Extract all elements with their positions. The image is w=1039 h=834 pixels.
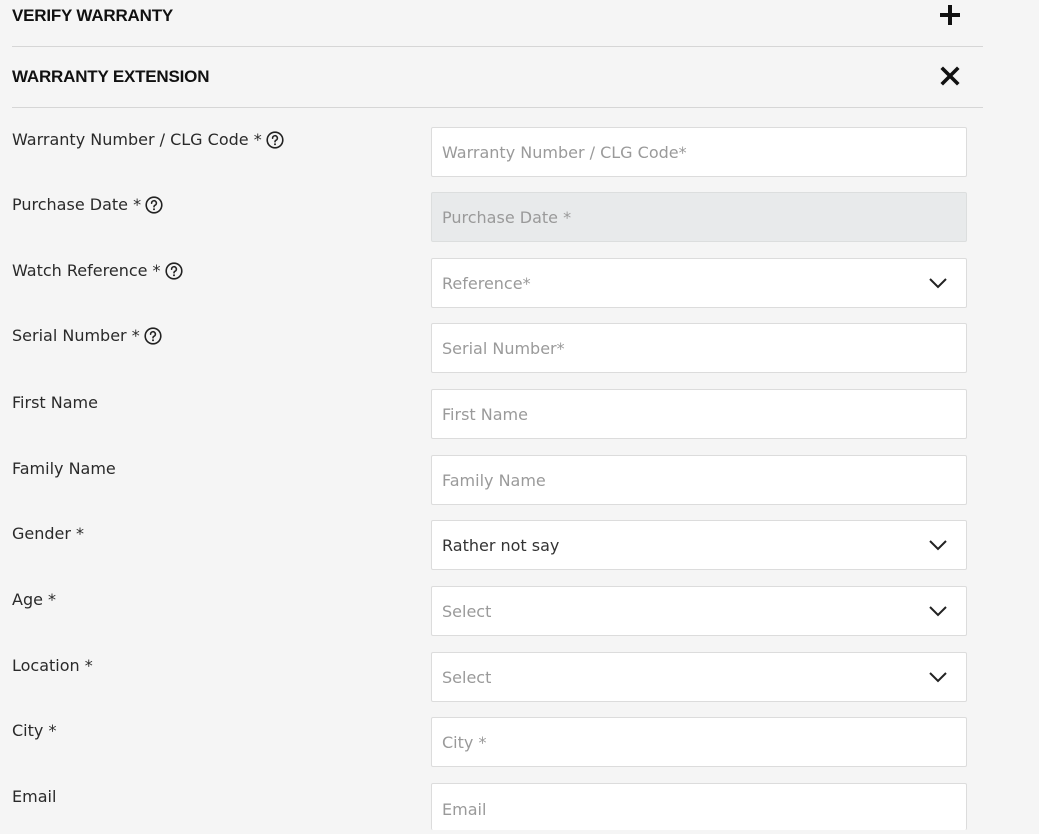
form-row-city: City * [0, 717, 1039, 767]
watch-reference-label-text: Watch Reference * [12, 261, 161, 280]
plus-icon[interactable] [939, 4, 961, 26]
first-name-input[interactable] [432, 390, 966, 438]
purchase-date-label: Purchase Date * [12, 195, 163, 214]
form-row-family-name: Family Name [0, 455, 1039, 505]
warranty-number-input[interactable] [432, 128, 966, 176]
age-select[interactable]: Select [431, 586, 967, 636]
chevron-down-icon [928, 538, 948, 552]
accordion-verify-warranty[interactable]: VERIFY WARRANTY [12, 0, 983, 47]
help-icon[interactable] [145, 195, 163, 214]
email-label-text: Email [12, 787, 57, 806]
city-field[interactable] [431, 717, 967, 767]
first-name-field[interactable] [431, 389, 967, 439]
email-label: Email [12, 787, 56, 806]
purchase-date-input[interactable] [432, 193, 966, 241]
age-label-text: Age * [12, 590, 57, 609]
form-row-gender: Gender * Rather not say [0, 520, 1039, 570]
gender-value: Rather not say [442, 536, 560, 555]
city-label-text: City * [12, 721, 57, 740]
gender-select[interactable]: Rather not say [431, 520, 967, 570]
city-label: City * [12, 721, 56, 740]
gender-label-text: Gender * [12, 524, 85, 543]
form-row-watch-reference: Watch Reference * Reference* [0, 258, 1039, 308]
serial-number-label: Serial Number * [12, 326, 162, 345]
help-icon[interactable] [144, 326, 162, 345]
family-name-label-text: Family Name [12, 459, 116, 478]
purchase-date-label-text: Purchase Date * [12, 195, 142, 214]
form-row-location: Location * Select [0, 652, 1039, 702]
accordion-title-verify-warranty: VERIFY WARRANTY [12, 6, 174, 25]
chevron-down-icon [928, 276, 948, 290]
family-name-label: Family Name [12, 459, 116, 478]
location-label-text: Location * [12, 656, 93, 675]
watch-reference-select[interactable]: Reference* [431, 258, 967, 308]
serial-number-input[interactable] [432, 324, 966, 372]
warranty-number-label-text: Warranty Number / CLG Code * [12, 130, 262, 149]
warranty-number-field[interactable] [431, 127, 967, 177]
chevron-down-icon [928, 670, 948, 684]
form-row-first-name: First Name [0, 389, 1039, 439]
accordion-title-warranty-extension: WARRANTY EXTENSION [12, 67, 210, 86]
form-row-purchase-date: Purchase Date * [0, 192, 1039, 242]
location-label: Location * [12, 656, 93, 675]
help-icon[interactable] [266, 130, 284, 149]
city-input[interactable] [432, 718, 966, 766]
email-input[interactable] [432, 784, 966, 834]
warranty-number-label: Warranty Number / CLG Code * [12, 130, 284, 149]
form-row-email: Email [0, 783, 1039, 834]
age-label: Age * [12, 590, 56, 609]
close-icon[interactable] [939, 65, 961, 87]
email-field[interactable] [431, 783, 967, 834]
purchase-date-field[interactable] [431, 192, 967, 242]
age-value: Select [442, 602, 492, 621]
location-select[interactable]: Select [431, 652, 967, 702]
gender-label: Gender * [12, 524, 84, 543]
location-value: Select [442, 668, 492, 687]
accordion-warranty-extension[interactable]: WARRANTY EXTENSION [12, 47, 983, 108]
first-name-label-text: First Name [12, 393, 98, 412]
help-icon[interactable] [164, 261, 183, 280]
family-name-input[interactable] [432, 456, 966, 504]
form-row-age: Age * Select [0, 586, 1039, 636]
chevron-down-icon [928, 604, 948, 618]
form-row-warranty-number: Warranty Number / CLG Code * [0, 127, 1039, 177]
form-row-serial-number: Serial Number * [0, 323, 1039, 373]
family-name-field[interactable] [431, 455, 967, 505]
serial-number-field[interactable] [431, 323, 967, 373]
serial-number-label-text: Serial Number * [12, 326, 140, 345]
watch-reference-label: Watch Reference * [12, 261, 183, 280]
first-name-label: First Name [12, 393, 98, 412]
watch-reference-value: Reference* [442, 274, 531, 293]
